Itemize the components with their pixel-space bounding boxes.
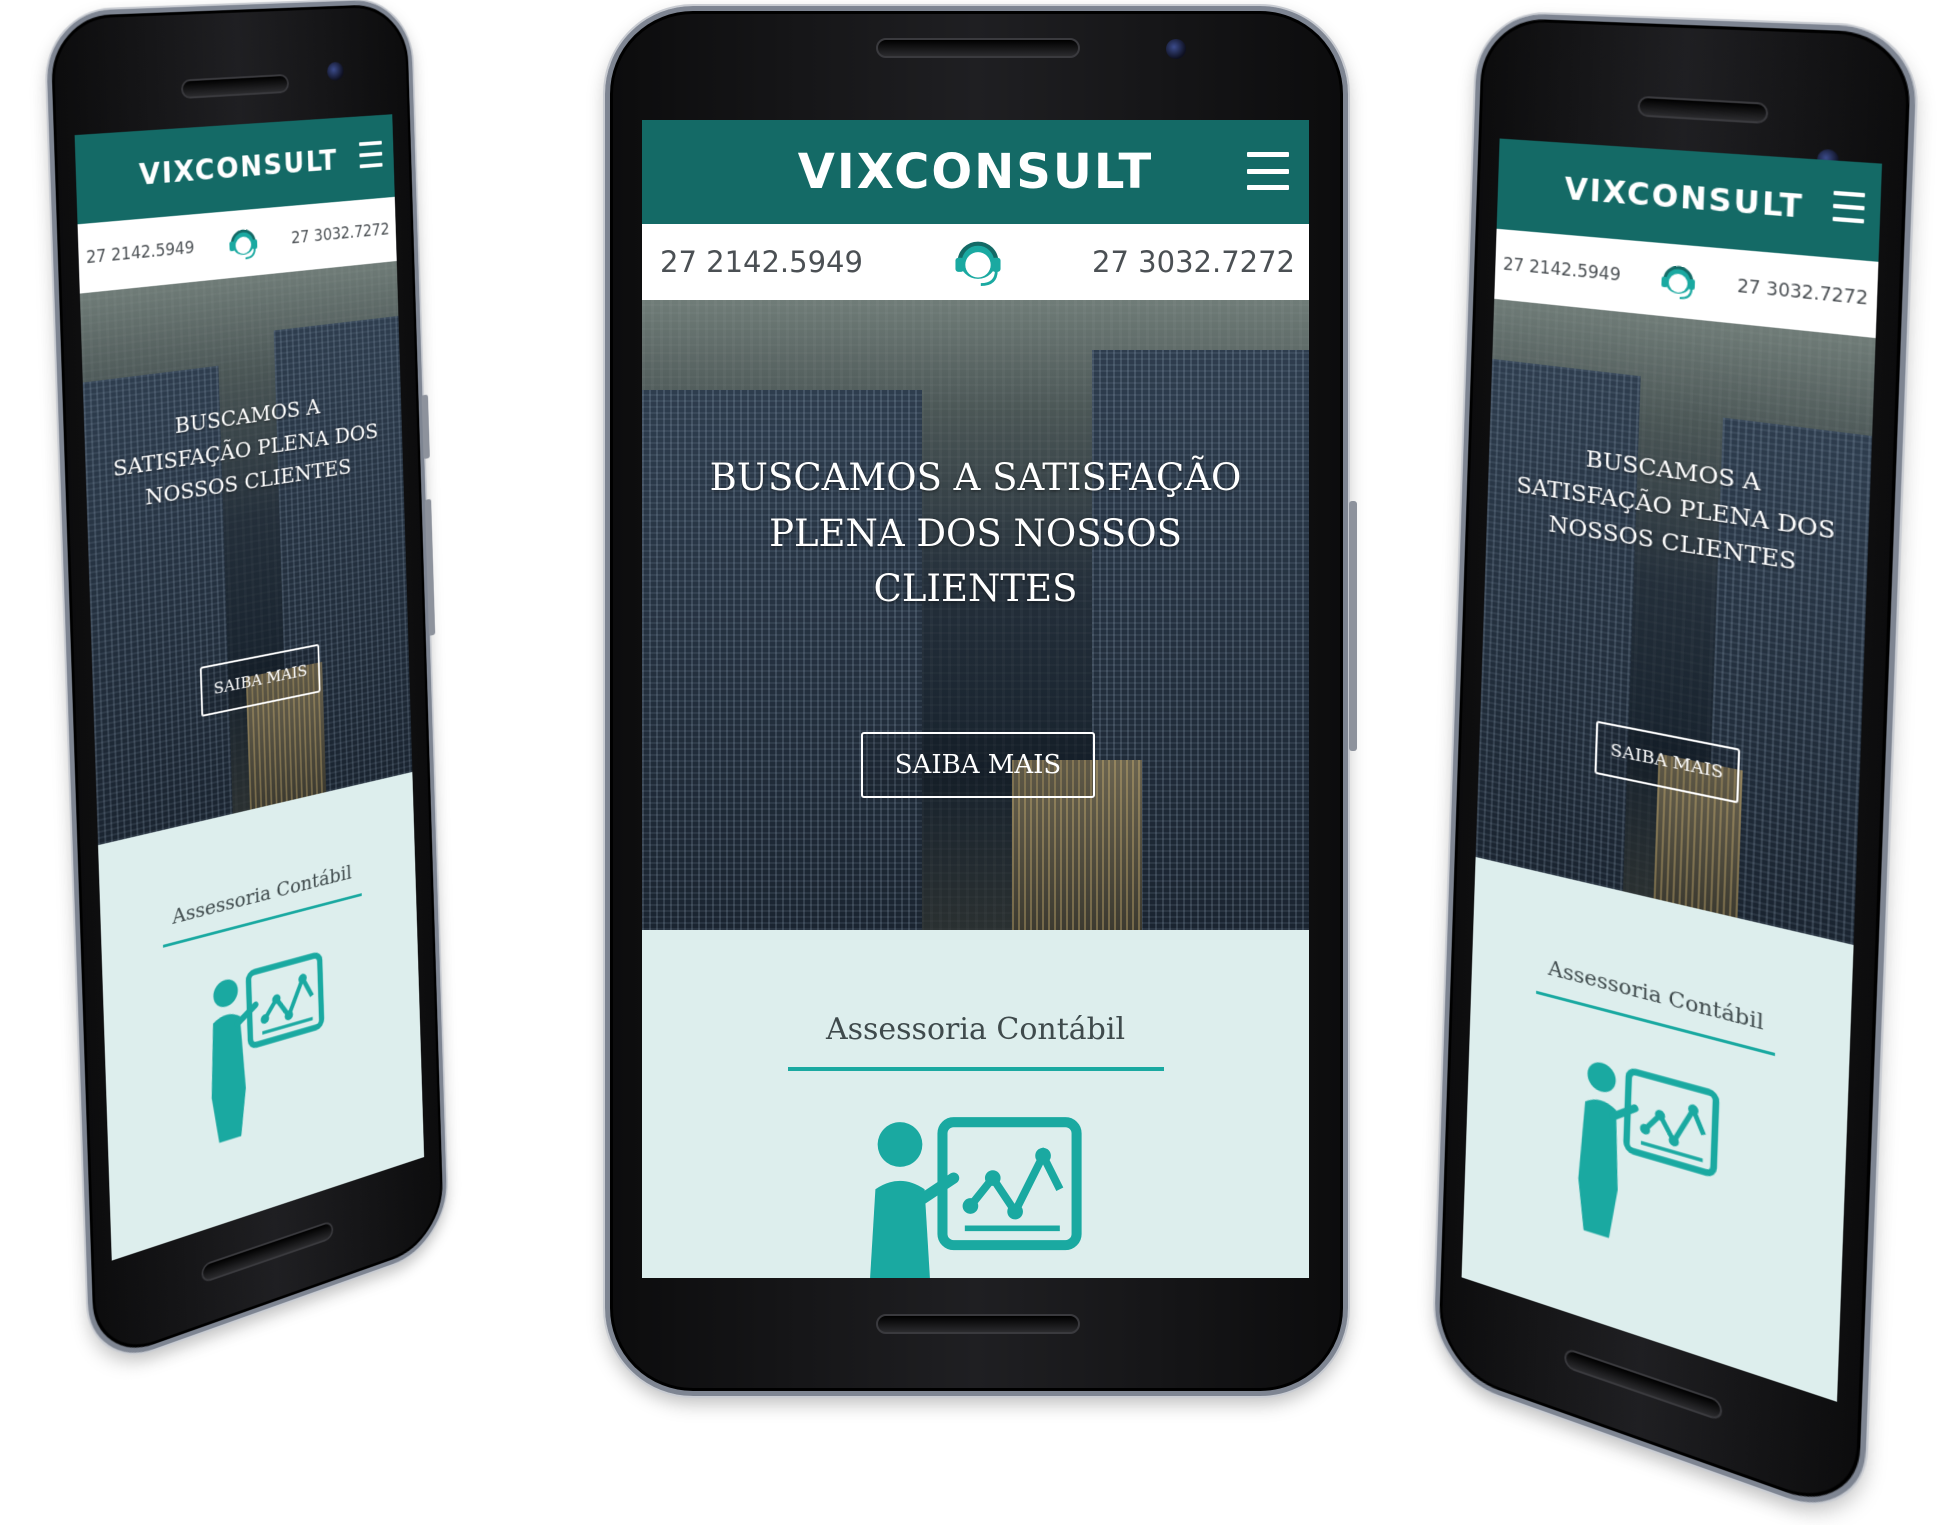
presenter-chart-icon [205,939,330,1152]
bottom-speaker [876,1314,1080,1334]
hero-banner: BUSCAMOS A SATISFAÇÃO PLENA DOS NOSSOS C… [642,300,1309,930]
phone-number-right[interactable]: 27 3032.7272 [291,220,390,248]
phone-number-right[interactable]: 27 3032.7272 [1737,276,1869,310]
center-phone-mockup: VIXCONSULT 27 2142.5949 27 3032.7272 BUS… [605,6,1348,1396]
phone-number-left[interactable]: 27 2142.5949 [86,238,195,268]
headset-support-icon [1657,256,1700,306]
service-section: Assessoria Contábil [98,772,424,1261]
brand-logo[interactable]: VIXCONSULT [1564,171,1805,226]
saiba-mais-button[interactable]: SAIBA MAIS [861,732,1095,798]
service-title: Assessoria Contábil [1472,936,1850,1057]
side-power-button [1349,501,1357,751]
hamburger-menu-icon[interactable] [359,141,383,169]
headset-support-icon [947,231,1009,293]
front-camera [327,62,344,82]
phone-screen: VIXCONSULT 27 2142.5949 27 3032.7272 BUS… [1462,138,1882,1401]
phone-number-right[interactable]: 27 3032.7272 [1092,245,1295,279]
left-phone-mockup: VIXCONSULT 27 2142.5949 27 3032.7272 BUS… [45,0,448,1372]
hero-headline: BUSCAMOS A SATISFAÇÃO PLENA DOS NOSSOS C… [642,450,1309,617]
headset-support-icon [225,221,261,266]
hamburger-menu-icon[interactable] [1247,152,1289,190]
service-title: Assessoria Contábil [642,1012,1309,1047]
right-phone-mockup: VIXCONSULT 27 2142.5949 27 3032.7272 BUS… [1433,12,1918,1525]
bottom-speaker [201,1220,333,1284]
side-volume-button [422,395,430,459]
bottom-speaker [1564,1347,1722,1422]
service-section: Assessoria Contábil [1462,857,1854,1402]
phone-screen: VIXCONSULT 27 2142.5949 27 3032.7272 BUS… [75,114,425,1260]
front-camera [1166,39,1186,59]
presenter-chart-icon [1574,1042,1725,1280]
brand-logo[interactable]: VIXCONSULT [798,144,1153,200]
brand-logo[interactable]: VIXCONSULT [138,143,338,192]
hero-banner: BUSCAMOS A SATISFAÇÃO PLENA DOS NOSSOS C… [1476,299,1876,945]
phone-number-left[interactable]: 27 2142.5949 [1503,254,1621,285]
hamburger-menu-icon[interactable] [1833,191,1865,224]
earpiece-speaker [876,38,1080,58]
earpiece-speaker [181,74,289,99]
earpiece-speaker [1637,96,1768,124]
hero-banner: BUSCAMOS A SATISFAÇÃO PLENA DOS NOSSOS C… [80,261,413,845]
phone-screen: VIXCONSULT 27 2142.5949 27 3032.7272 BUS… [642,120,1309,1278]
presenter-chart-icon [864,1111,1088,1278]
service-title: Assessoria Contábil [101,845,416,947]
site-header: VIXCONSULT [642,120,1309,224]
contact-bar: 27 2142.5949 27 3032.7272 [642,224,1309,300]
title-underline [788,1067,1164,1071]
service-section: Assessoria Contábil [642,930,1309,1278]
side-power-button [425,499,435,636]
phone-number-left[interactable]: 27 2142.5949 [660,245,863,279]
